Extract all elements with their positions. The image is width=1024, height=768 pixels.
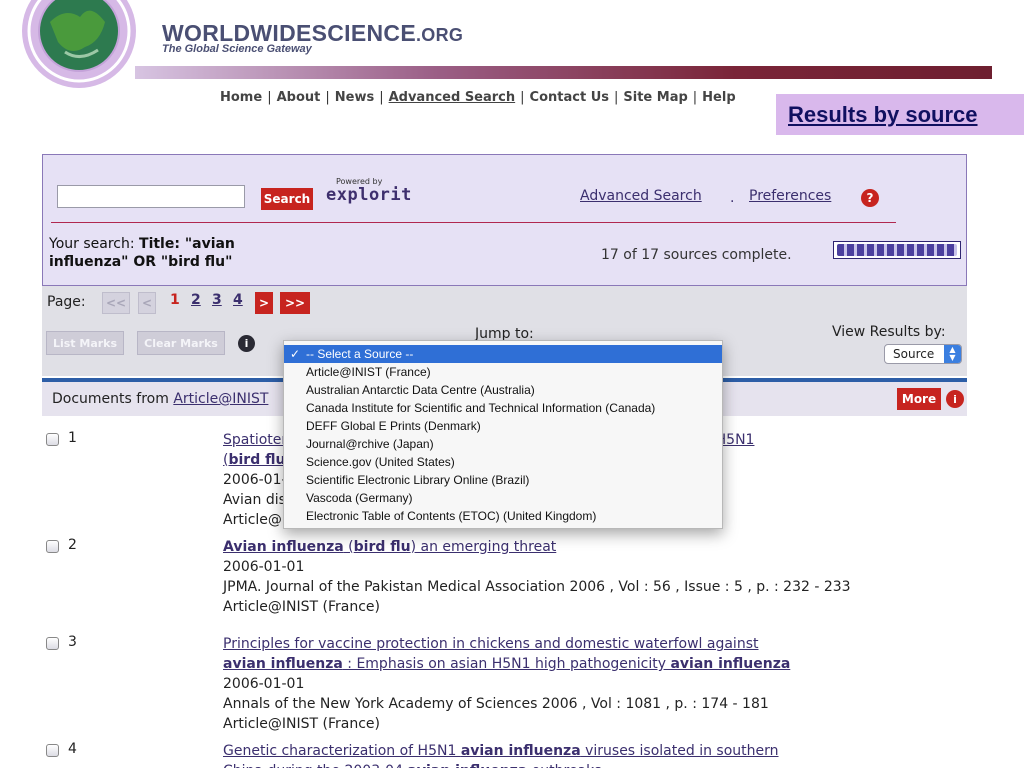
list-marks-button[interactable]: List Marks — [46, 331, 124, 355]
search-input[interactable] — [57, 185, 245, 208]
nav-site-map[interactable]: Site Map — [623, 90, 687, 105]
your-search-label: Your search: — [49, 236, 135, 252]
info-icon[interactable]: i — [238, 335, 255, 352]
last-page-button[interactable]: >> — [280, 292, 310, 314]
result-number: 2 — [68, 537, 77, 553]
result-number: 1 — [68, 430, 77, 446]
result-body: Principles for vaccine protection in chi… — [223, 634, 963, 734]
result-title-link[interactable]: Genetic characterization of H5N1 avian i… — [223, 741, 963, 761]
brand-tagline: The Global Science Gateway — [162, 43, 312, 55]
dropdown-option[interactable]: ✓ -- Select a Source -- — [284, 345, 722, 363]
header-gradient-bar — [135, 66, 992, 79]
result-title-link[interactable]: Principles for vaccine protection in chi… — [223, 634, 963, 654]
result-date: 2006-01-01 — [223, 559, 305, 575]
mark-checkbox[interactable] — [46, 433, 59, 446]
info-icon[interactable]: i — [946, 390, 964, 408]
nav-contact-us[interactable]: Contact Us — [530, 90, 609, 105]
result-title-link[interactable]: avian influenza : Emphasis on asian H5N1… — [223, 654, 963, 674]
next-page-button[interactable]: > — [255, 292, 273, 314]
search-progress-fill — [837, 244, 957, 256]
help-icon[interactable]: ? — [861, 189, 879, 207]
result-citation: Annals of the New York Academy of Scienc… — [223, 696, 769, 712]
previous-page-button[interactable]: < — [138, 292, 156, 314]
dropdown-option[interactable]: Scientific Electronic Library Online (Br… — [284, 471, 722, 489]
first-page-button[interactable]: << — [102, 292, 130, 314]
dropdown-option[interactable]: Electronic Table of Contents (ETOC) (Uni… — [284, 507, 722, 525]
clear-marks-button[interactable]: Clear Marks — [137, 331, 225, 355]
nav-news[interactable]: News — [335, 90, 374, 105]
results-by-source-text[interactable]: Results by source — [788, 102, 978, 128]
result-number: 3 — [68, 634, 77, 650]
top-navigation: Home | About | News | Advanced Search | Contact … — [220, 90, 736, 105]
result-citation: JPMA. Journal of the Pakistan Medical As… — [223, 579, 851, 595]
search-button[interactable]: Search — [261, 188, 313, 210]
result-source: Article@INIST (France) — [223, 599, 381, 615]
globe-logo-icon — [22, 0, 136, 88]
page-number-3[interactable]: 3 — [212, 292, 222, 308]
panel-divider — [51, 222, 896, 223]
dropdown-option[interactable]: DEFF Global E Prints (Denmark) — [284, 417, 722, 435]
view-results-select[interactable]: Source ▲ ▼ — [884, 344, 962, 364]
sources-status: 17 of 17 sources complete. — [601, 247, 792, 263]
dropdown-option[interactable]: Article@INIST (France) — [284, 363, 722, 381]
result-body: Genetic characterization of H5N1 avian i… — [223, 741, 963, 768]
nav-advanced-search[interactable]: Advanced Search — [389, 90, 516, 105]
more-button[interactable]: More — [897, 388, 941, 410]
dropdown-option[interactable]: Science.gov (United States) — [284, 453, 722, 471]
nav-home[interactable]: Home — [220, 90, 262, 105]
search-progress-bar — [833, 241, 961, 259]
preferences-link[interactable]: Preferences — [749, 188, 831, 204]
link-separator: . — [730, 190, 735, 206]
view-results-by-label: View Results by: — [832, 324, 946, 340]
explorit-logo: explorit — [326, 185, 412, 205]
page-label: Page: — [47, 294, 86, 310]
mark-checkbox[interactable] — [46, 637, 59, 650]
dropdown-option[interactable]: Journal@rchive (Japan) — [284, 435, 722, 453]
mark-checkbox[interactable] — [46, 540, 59, 553]
nav-about[interactable]: About — [277, 90, 321, 105]
page-number-4[interactable]: 4 — [233, 292, 243, 308]
result-source: Article@INIST (France) — [223, 716, 381, 732]
mark-checkbox[interactable] — [46, 744, 59, 757]
jump-to-source-dropdown[interactable]: ✓ -- Select a Source -- Article@INIST (Fra… — [283, 340, 723, 529]
dropdown-option[interactable]: Australian Antarctic Data Centre (Austra… — [284, 381, 722, 399]
checkmark-icon: ✓ — [290, 347, 301, 361]
search-panel: Search Powered by explorit Advanced Sear… — [42, 154, 967, 286]
result-body: Avian influenza (bird flu) an emerging t… — [223, 537, 963, 617]
page-number-1: 1 — [170, 292, 180, 308]
view-results-select-value: Source — [893, 347, 935, 361]
result-title-link[interactable]: Avian influenza (bird flu) an emerging t… — [223, 537, 963, 557]
advanced-search-link[interactable]: Advanced Search — [580, 188, 702, 204]
nav-help[interactable]: Help — [702, 90, 735, 105]
dropdown-option[interactable]: Canada Institute for Scientific and Tech… — [284, 399, 722, 417]
result-number: 4 — [68, 741, 77, 757]
select-arrows-icon: ▲ ▼ — [944, 345, 961, 363]
dropdown-option[interactable]: Vascoda (Germany) — [284, 489, 722, 507]
results-by-source-badge: Results by source — [776, 94, 1024, 135]
result-title-link[interactable]: China during the 2003-04 avian influenza… — [223, 761, 963, 768]
result-date: 2006-01-01 — [223, 676, 305, 692]
documents-source-link[interactable]: Article@INIST — [173, 391, 268, 407]
page-number-2[interactable]: 2 — [191, 292, 201, 308]
documents-from-label: Documents from Article@INIST — [52, 391, 269, 407]
your-search-summary: Your search: Title: "avian influenza" OR… — [49, 235, 289, 271]
